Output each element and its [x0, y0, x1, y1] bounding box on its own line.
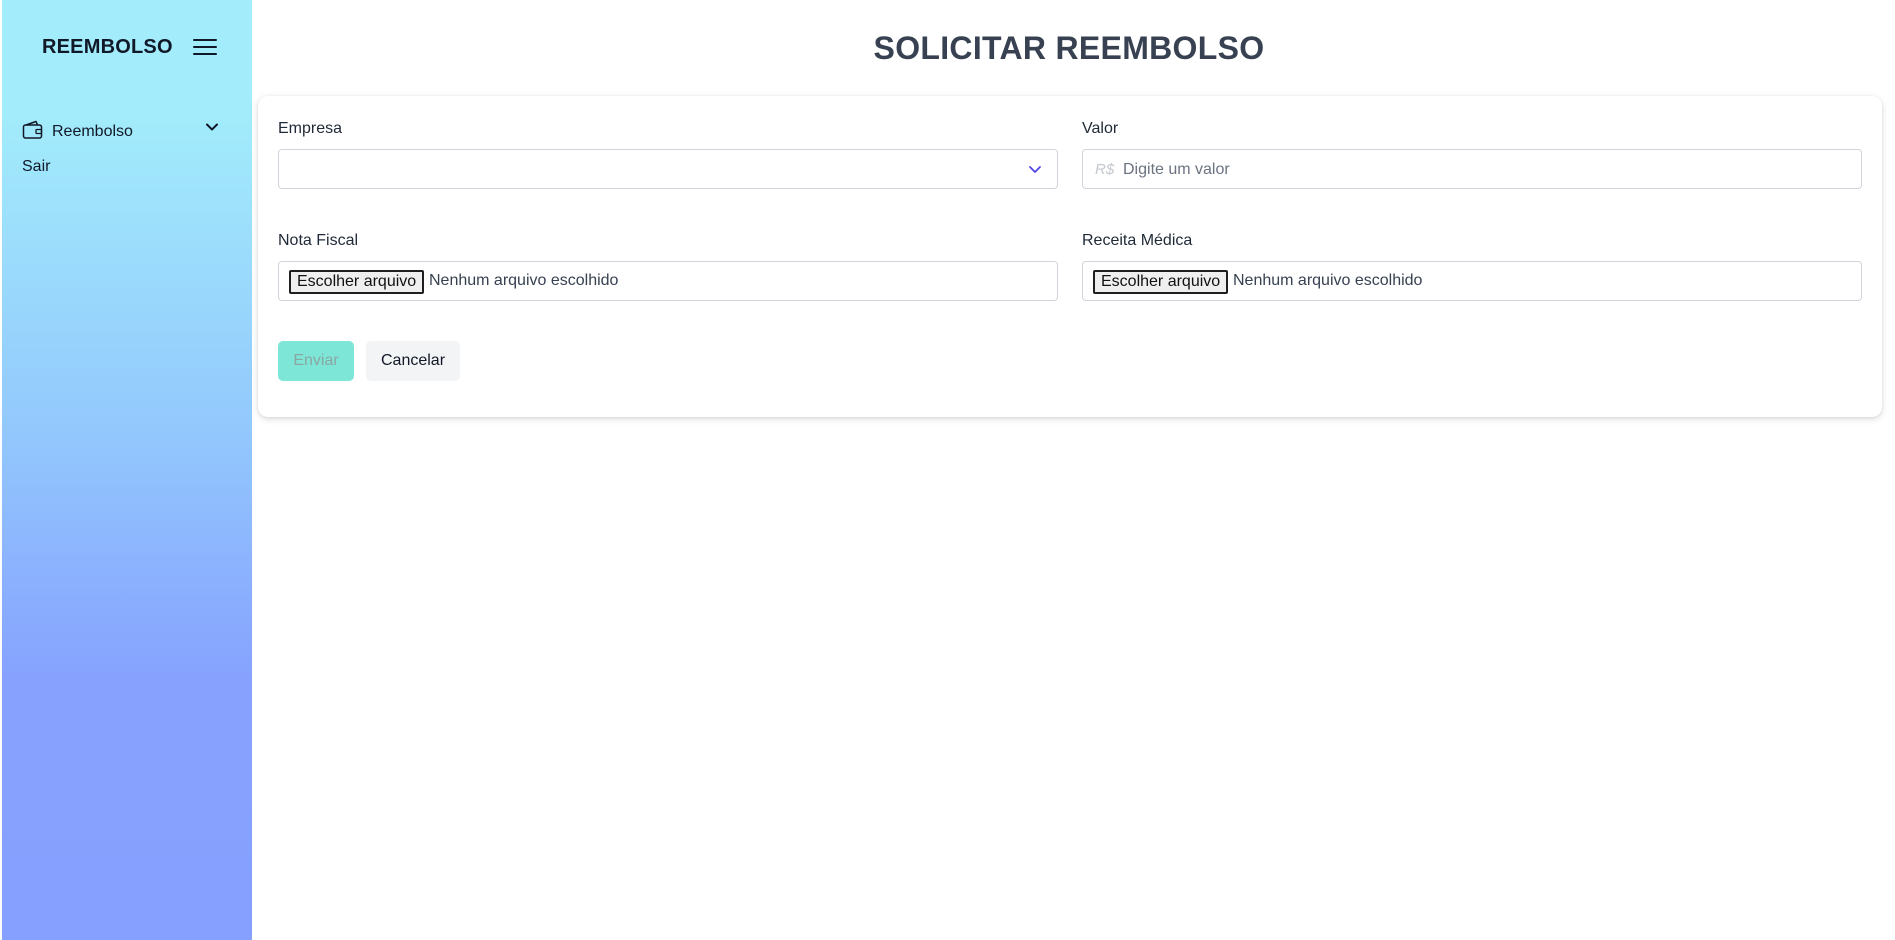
empresa-label: Empresa — [278, 120, 343, 137]
valor-input[interactable]: R$ Digite um valor — [1082, 149, 1862, 189]
sidebar-item-label: Reembolso — [52, 123, 133, 140]
receita-medica-file-input[interactable]: Escolher arquivo Nenhum arquivo escolhid… — [1082, 261, 1862, 301]
valor-placeholder: Digite um valor — [1123, 161, 1230, 178]
valor-label: Valor — [1082, 120, 1119, 137]
page-title: SOLICITAR REEMBOLSO — [873, 30, 1265, 66]
nota-fiscal-choose-file-button[interactable]: Escolher arquivo — [289, 270, 425, 294]
wallet-icon — [22, 120, 44, 145]
nota-fiscal-file-input[interactable]: Escolher arquivo Nenhum arquivo escolhid… — [278, 261, 1058, 301]
sidebar-item-sair[interactable]: Sair — [22, 158, 50, 176]
empresa-select[interactable] — [278, 149, 1058, 189]
receita-medica-file-status: Nenhum arquivo escolhido — [1233, 272, 1423, 289]
currency-prefix: R$ — [1095, 161, 1115, 178]
sidebar: REEMBOLSO Reembolso Sair — [2, 0, 252, 940]
receita-medica-label: Receita Médica — [1082, 232, 1193, 249]
chevron-down-icon — [1027, 161, 1043, 182]
receita-medica-choose-file-button[interactable]: Escolher arquivo — [1093, 270, 1229, 294]
nota-fiscal-file-status: Nenhum arquivo escolhido — [429, 272, 619, 289]
main-content: SOLICITAR REEMBOLSO Empresa Valor R$ Dig… — [253, 0, 1895, 940]
app-root: REEMBOLSO Reembolso Sair SOLICITAR REEMB… — [0, 0, 1895, 940]
sidebar-brand: REEMBOLSO — [42, 36, 173, 58]
reimbursement-form-card: Empresa Valor R$ Digite um valor Nota Fi… — [258, 96, 1882, 417]
enviar-button[interactable]: Enviar — [278, 341, 354, 381]
chevron-down-icon[interactable] — [204, 119, 220, 140]
sidebar-item-reembolso[interactable]: Reembolso — [22, 120, 230, 144]
cancelar-button[interactable]: Cancelar — [366, 341, 460, 381]
nota-fiscal-label: Nota Fiscal — [278, 232, 359, 249]
hamburger-icon[interactable] — [192, 36, 218, 58]
